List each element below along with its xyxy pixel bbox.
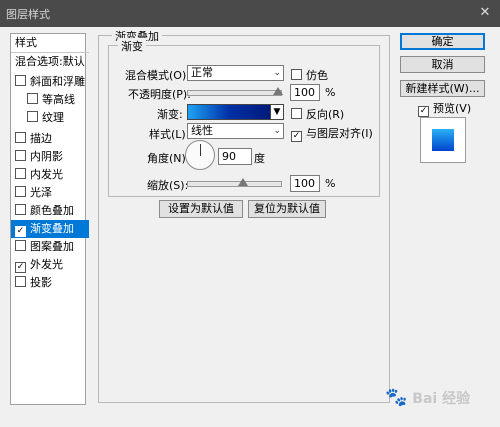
style-item-label: 光泽 — [30, 186, 52, 199]
style-item-label: 图案叠加 — [30, 240, 74, 253]
reverse-label: 反向(R) — [306, 108, 345, 121]
style-item-gradient-overlay[interactable]: ✓ 渐变叠加 — [11, 220, 89, 238]
checkbox-icon[interactable] — [15, 150, 26, 161]
scale-input[interactable]: 100 — [290, 175, 320, 192]
style-item-label: 投影 — [30, 276, 52, 289]
watermark-text: Bai 经验 — [412, 391, 471, 407]
angle-dial[interactable] — [185, 140, 215, 170]
ok-button[interactable]: 确定 — [400, 33, 485, 50]
cancel-button[interactable]: 取消 — [400, 56, 485, 73]
opacity-label: 不透明度(P): — [128, 88, 191, 101]
blend-mode-label: 混合模式(O): — [125, 69, 190, 82]
checked-checkbox-icon[interactable]: ✓ — [15, 262, 26, 273]
angle-needle — [200, 144, 201, 156]
angle-input[interactable]: 90 — [218, 148, 252, 165]
opacity-unit: % — [325, 86, 336, 99]
checkbox-icon[interactable] — [27, 93, 38, 104]
style-item-inner-glow[interactable]: 内发光 — [11, 166, 89, 184]
style-label: 样式(L): — [149, 128, 190, 141]
opacity-input[interactable]: 100 — [290, 84, 320, 101]
checked-checkbox-icon[interactable]: ✓ — [15, 226, 26, 237]
checkbox-icon[interactable] — [15, 240, 26, 251]
checkbox-icon[interactable] — [15, 132, 26, 143]
style-item-bevel[interactable]: 斜面和浮雕 — [11, 73, 89, 91]
style-item-stroke[interactable]: 描边 — [11, 130, 89, 148]
scale-unit: % — [325, 177, 336, 190]
reverse-checkbox[interactable]: 反向(R) — [291, 106, 344, 122]
checkbox-icon[interactable] — [15, 276, 26, 287]
opacity-slider[interactable] — [187, 90, 282, 96]
blend-mode-value: 正常 — [191, 66, 213, 79]
checkbox-icon[interactable] — [27, 111, 38, 122]
set-default-button[interactable]: 设置为默认值 — [159, 200, 243, 218]
gradient-preview-bar[interactable] — [187, 104, 271, 120]
dither-checkbox[interactable]: 仿色 — [291, 67, 328, 83]
checkbox-icon[interactable] — [15, 204, 26, 215]
baidu-watermark: 🐾 Bai 经验 — [385, 387, 495, 427]
new-style-button[interactable]: 新建样式(W)... — [400, 80, 485, 97]
checkbox-icon[interactable] — [291, 69, 302, 80]
paw-logo-icon: 🐾 — [385, 387, 408, 408]
angle-unit: 度 — [254, 152, 265, 165]
scale-slider-thumb[interactable] — [238, 178, 248, 186]
style-item-label: 纹理 — [42, 111, 64, 124]
style-preview-thumbnail — [420, 117, 466, 163]
scale-label: 缩放(S): — [147, 179, 189, 192]
style-item-label: 内发光 — [30, 168, 63, 181]
style-item-texture[interactable]: 纹理 — [11, 109, 101, 127]
style-item-label: 外发光 — [30, 258, 63, 271]
style-item-label: 斜面和浮雕 — [30, 75, 85, 88]
style-item-drop-shadow[interactable]: 投影 — [11, 274, 89, 292]
preview-checkbox[interactable]: ✓ 预览(V) — [418, 100, 471, 117]
align-with-layer-label: 与图层对齐(I) — [306, 127, 373, 140]
checkbox-icon[interactable] — [291, 108, 302, 119]
style-list: 样式 混合选项:默认 斜面和浮雕 等高线 纹理 描边 内阴影 内发光 光泽 颜色… — [10, 33, 89, 405]
title-bar: 图层样式 ✕ — [0, 0, 500, 27]
style-item-label: 描边 — [30, 132, 52, 145]
gradient-style-select[interactable]: 线性 ⌄ — [187, 123, 284, 139]
style-item-outer-glow[interactable]: ✓ 外发光 — [11, 256, 89, 274]
preview-swatch — [432, 129, 454, 151]
blend-options-item[interactable]: 混合选项:默认 — [11, 53, 89, 71]
style-item-satin[interactable]: 光泽 — [11, 184, 89, 202]
align-with-layer-checkbox[interactable]: ✓ 与图层对齐(I) — [291, 125, 373, 142]
style-list-header[interactable]: 样式 — [11, 34, 89, 53]
gradient-dropdown-chevron-icon[interactable]: ▼ — [270, 104, 284, 120]
style-item-inner-shadow[interactable]: 内阴影 — [11, 148, 89, 166]
dialog-body: 样式 混合选项:默认 斜面和浮雕 等高线 纹理 描边 内阴影 内发光 光泽 颜色… — [0, 27, 500, 408]
checkbox-icon[interactable] — [15, 75, 26, 86]
opacity-slider-thumb[interactable] — [273, 87, 283, 95]
checkbox-icon[interactable] — [15, 186, 26, 197]
checked-checkbox-icon[interactable]: ✓ — [291, 131, 302, 142]
style-item-pattern-overlay[interactable]: 图案叠加 — [11, 238, 89, 256]
dither-label: 仿色 — [306, 69, 328, 82]
checked-checkbox-icon[interactable]: ✓ — [418, 106, 429, 117]
gradient-style-value: 线性 — [191, 124, 213, 137]
chevron-down-icon: ⌄ — [273, 126, 281, 136]
style-item-contour[interactable]: 等高线 — [11, 91, 101, 109]
chevron-down-icon: ⌄ — [273, 68, 281, 78]
scale-slider[interactable] — [187, 181, 282, 187]
checkbox-icon[interactable] — [15, 168, 26, 179]
style-item-label: 等高线 — [42, 93, 75, 106]
style-item-label: 颜色叠加 — [30, 204, 74, 217]
style-item-label: 内阴影 — [30, 150, 63, 163]
window-title: 图层样式 — [6, 8, 50, 21]
gradient-label: 渐变: — [157, 108, 183, 121]
angle-label: 角度(N): — [147, 152, 190, 165]
subgroup-title: 渐变 — [118, 38, 146, 54]
preview-label: 预览(V) — [433, 102, 472, 115]
close-icon[interactable]: ✕ — [476, 4, 494, 22]
reset-default-button[interactable]: 复位为默认值 — [248, 200, 326, 218]
blend-mode-select[interactable]: 正常 ⌄ — [187, 65, 284, 81]
style-item-color-overlay[interactable]: 颜色叠加 — [11, 202, 89, 220]
style-item-label: 渐变叠加 — [30, 222, 74, 235]
